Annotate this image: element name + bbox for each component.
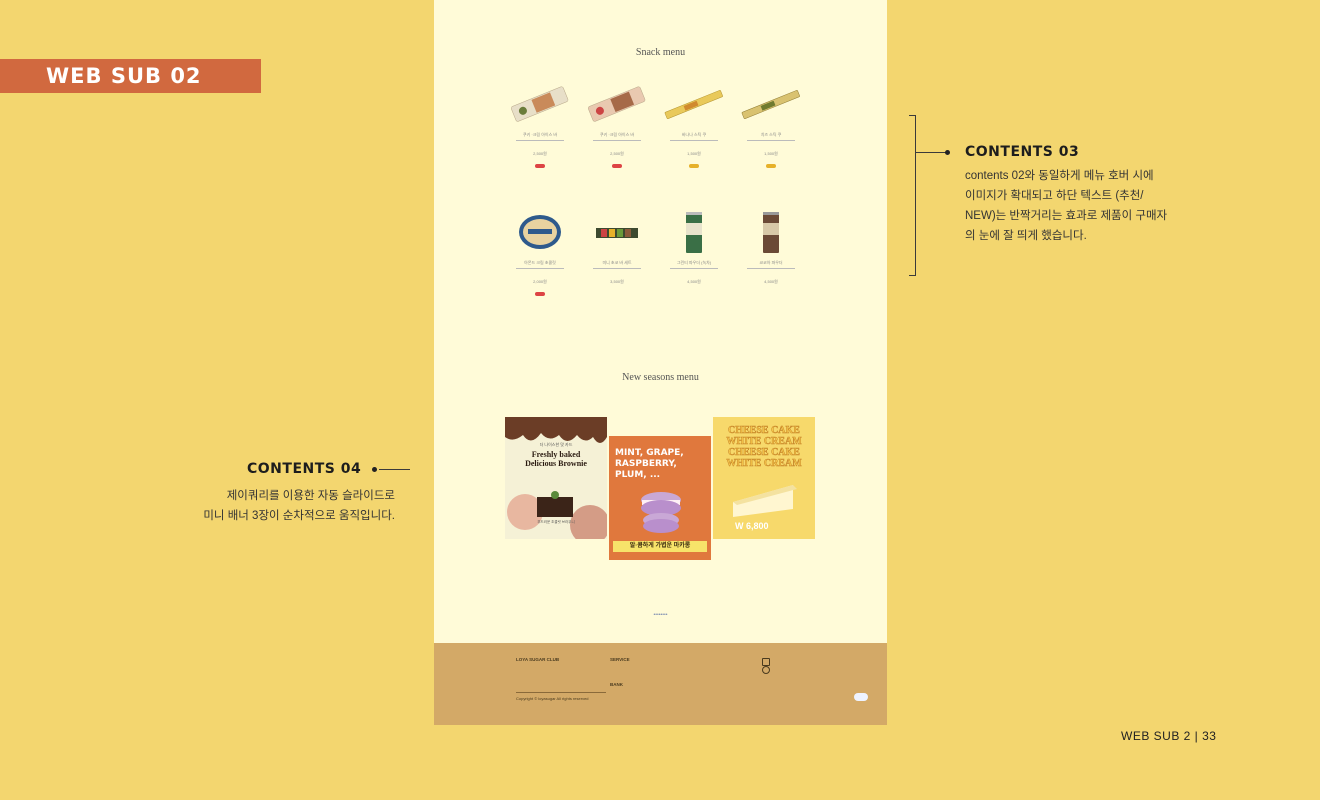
product-name: 코코아 파우더 <box>759 260 783 265</box>
connector-line <box>915 152 949 153</box>
product-price: 3,500원 <box>610 279 624 284</box>
product-price: 4,500원 <box>764 279 778 284</box>
web-sub-tag: WEB SUB 02 <box>0 59 261 93</box>
new-seasons-title: New seasons menu <box>622 372 699 383</box>
product-name: 미니 초코 바 세트 <box>602 260 632 265</box>
product-name: 치즈 스틱 쿠 <box>760 132 782 137</box>
product-price: 4,500원 <box>687 279 701 284</box>
divider <box>670 140 718 141</box>
new-badge <box>689 164 699 168</box>
site-footer: LOYA SUGAR CLUB Copyright © loyasugar Al… <box>434 643 887 725</box>
divider <box>747 140 795 141</box>
banner-macaron[interactable]: MINT, GRAPE, RASPBERRY, PLUM, ... 알·콤하게 … <box>609 436 711 560</box>
recommend-badge <box>535 292 545 296</box>
product-image <box>658 80 730 130</box>
product-card[interactable]: 미니 초코 바 세트 3,500원 <box>581 208 653 284</box>
contents04-text: 제이쿼리를 이용한 자동 슬라이드로 미니 배너 3장이 순차적으로 움직입니다… <box>203 490 395 522</box>
divider <box>516 140 564 141</box>
banner2-bottom: 알·콤하게 가볍운 마카롱 <box>613 541 707 552</box>
product-image <box>735 80 807 130</box>
product-card[interactable]: 쿠키 ·크림 아이스 바 2,500원 <box>581 80 653 168</box>
contents04-heading: CONTENTS 04 <box>247 461 362 477</box>
recommend-badge <box>535 164 545 168</box>
snack-menu-title: Snack menu <box>635 47 686 58</box>
product-image <box>581 208 653 258</box>
contents03-heading: CONTENTS 03 <box>965 144 1080 160</box>
banner3-price: W 6,800 <box>735 521 769 531</box>
product-image <box>504 208 576 258</box>
footer-info <box>516 662 606 693</box>
product-name: 그린티 파우더 (녹차) <box>676 260 712 265</box>
banner-cheesecake[interactable]: CHEESE CAKE WHITE CREAM CHEESE CAKE WHIT… <box>713 417 815 539</box>
product-price: 2,000원 <box>533 279 547 284</box>
divider <box>593 140 641 141</box>
product-name: 바나나 스틱 쿠 <box>681 132 707 137</box>
recommend-badge <box>612 164 622 168</box>
divider <box>670 268 718 269</box>
banner-brownie[interactable]: 더 나이스한 맛 카드 Freshly baked Delicious Brow… <box>505 417 607 539</box>
product-image <box>581 80 653 130</box>
bracket-line <box>909 115 916 276</box>
divider <box>747 268 795 269</box>
instagram-icon[interactable] <box>762 658 770 666</box>
product-price: 2,500원 <box>610 151 624 156</box>
banner1-small: 더 나이스한 맛 카드 <box>539 442 573 447</box>
product-name: 쿠키 ·크림 아이스 바 <box>522 132 558 137</box>
product-card[interactable]: 아몬드 크림 초콜릿 2,000원 <box>504 208 576 296</box>
connector-line <box>379 469 410 470</box>
new-badge <box>766 164 776 168</box>
product-price: 1,500원 <box>687 151 701 156</box>
product-card[interactable]: 바나나 스틱 쿠 1,500원 <box>658 80 730 168</box>
product-image <box>735 208 807 258</box>
bullet-dot <box>945 150 950 155</box>
product-card[interactable]: 그린티 파우더 (녹차) 4,500원 <box>658 208 730 284</box>
product-image <box>504 80 576 130</box>
website-mockup: Snack menu 쿠키 ·크림 아이스 바 2,500원 쿠키 ·크림 아이… <box>434 0 887 725</box>
product-card[interactable]: 쿠키 ·크림 아이스 바 2,500원 <box>504 80 576 168</box>
page-number: WEB SUB 2 | 33 <box>1121 729 1217 743</box>
product-price: 1,500원 <box>764 151 778 156</box>
product-card[interactable]: 코코아 파우더 4,500원 <box>735 208 807 284</box>
product-price: 2,500원 <box>533 151 547 156</box>
footer-bank: BANK <box>610 682 623 687</box>
contents03-text: contents 02와 동일하게 메뉴 호버 시에 이미지가 확대되고 하단 … <box>965 170 1168 242</box>
slider-indicator[interactable]: •••••••• <box>434 612 887 618</box>
footer-copyright: Copyright © loyasugar All rights reserve… <box>516 696 589 701</box>
chat-icon[interactable] <box>762 666 770 674</box>
product-image <box>658 208 730 258</box>
banner1-title: Freshly baked Delicious Brownie <box>525 450 587 468</box>
product-card[interactable]: 치즈 스틱 쿠 1,500원 <box>735 80 807 168</box>
divider <box>516 268 564 269</box>
product-name: 아몬드 크림 초콜릿 <box>524 260 556 265</box>
divider <box>593 268 641 269</box>
bullet-dot <box>372 467 377 472</box>
top-button-icon[interactable] <box>854 693 868 701</box>
banner1-sub: 부드러운 초콜릿 브라우니 <box>537 520 575 524</box>
product-name: 쿠키 ·크림 아이스 바 <box>599 132 635 137</box>
